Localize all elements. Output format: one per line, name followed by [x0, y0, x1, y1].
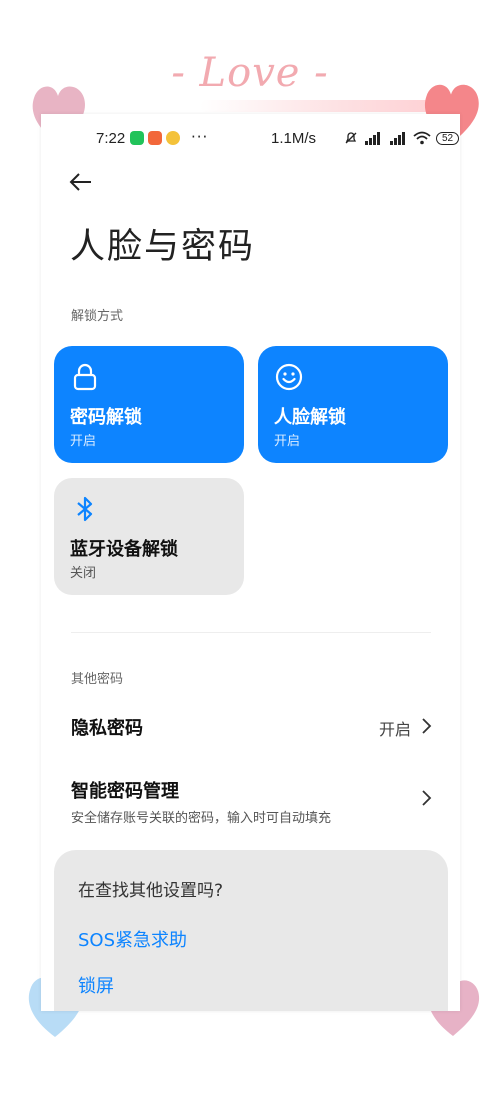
decor-ribbon [200, 100, 440, 112]
status-bar: 7:22 ··· 1.1M/s 52 [41, 128, 460, 152]
lock-icon [73, 363, 97, 391]
weibo-icon [166, 131, 180, 145]
bluetooth-icon [77, 496, 93, 522]
tile-state: 关闭 [70, 566, 97, 581]
suggestions-question: 在查找其他设置吗? [78, 881, 224, 901]
link-lock-screen[interactable]: 锁屏 [78, 972, 114, 998]
section-label-other: 其他密码 [71, 672, 124, 687]
wechat-icon [130, 131, 144, 145]
tile-password-unlock[interactable]: 密码解锁 开启 [54, 346, 244, 463]
signal-icon [390, 132, 405, 145]
section-divider [71, 632, 431, 633]
chevron-right-icon [422, 790, 432, 806]
page-title: 人脸与密码 [70, 227, 256, 267]
app-notification-icon [148, 131, 162, 145]
phone-screen: 7:22 ··· 1.1M/s 52 人脸与密码 解锁方式 密码解锁 开启 人脸… [41, 114, 460, 1011]
list-item-value: 开启 [378, 720, 411, 739]
tile-label: 人脸解锁 [274, 407, 346, 428]
wifi-icon [413, 131, 431, 145]
tile-state: 开启 [70, 434, 97, 449]
tile-bluetooth-unlock[interactable]: 蓝牙设备解锁 关闭 [54, 478, 244, 595]
list-item-privacy-password[interactable]: 隐私密码 开启 [71, 714, 433, 744]
section-label-unlock: 解锁方式 [71, 309, 124, 324]
list-item-smart-password[interactable]: 智能密码管理 安全储存账号关联的密码，输入时可自动填充 [71, 777, 433, 826]
notification-icons [130, 131, 180, 145]
tile-label: 密码解锁 [70, 407, 142, 428]
smiley-icon [275, 363, 303, 391]
battery-indicator: 52 [436, 131, 460, 145]
suggestions-card: 在查找其他设置吗? SOS紧急求助 锁屏 [54, 850, 448, 1011]
chevron-right-icon [422, 718, 432, 734]
status-time: 7:22 [96, 130, 126, 147]
list-item-subtitle: 安全储存账号关联的密码，输入时可自动填充 [71, 811, 332, 826]
back-arrow-icon[interactable] [67, 168, 95, 196]
network-speed: 1.1M/s [271, 130, 317, 147]
system-icons: 52 [344, 131, 460, 145]
tile-label: 蓝牙设备解锁 [70, 539, 178, 560]
signal-icon [365, 132, 380, 145]
link-sos[interactable]: SOS紧急求助 [78, 926, 187, 952]
tile-state: 开启 [274, 434, 301, 449]
list-item-title: 智能密码管理 [71, 781, 179, 802]
tile-face-unlock[interactable]: 人脸解锁 开启 [258, 346, 448, 463]
mute-bell-icon [345, 132, 357, 144]
more-notifications-icon: ··· [191, 128, 209, 146]
